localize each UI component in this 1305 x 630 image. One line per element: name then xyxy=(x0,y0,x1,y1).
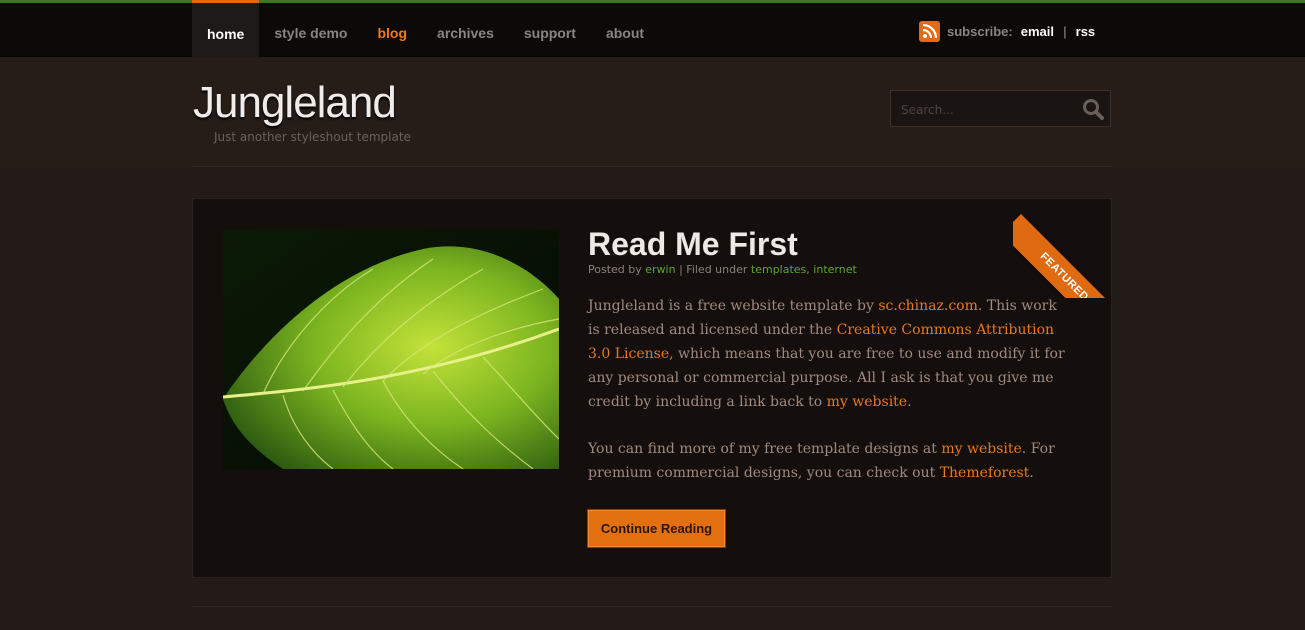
search-input[interactable] xyxy=(899,100,1073,120)
nav-style-demo[interactable]: style demo xyxy=(259,3,362,57)
post-body: Jungleland is a free website template by… xyxy=(588,294,1068,508)
link-sc-chinaz[interactable]: sc.chinaz.com xyxy=(878,298,978,314)
meta-filed-under: | Filed under xyxy=(679,263,748,276)
post-paragraph-2: You can find more of my free template de… xyxy=(588,437,1068,485)
post-paragraph-1: Jungleland is a free website template by… xyxy=(588,294,1068,414)
subscribe-bar: subscribe: email | rss xyxy=(919,21,1095,42)
search-icon[interactable] xyxy=(1082,98,1104,124)
search-box xyxy=(890,90,1111,127)
site-tagline: Just another styleshout template xyxy=(214,130,411,144)
continue-reading-button[interactable]: Continue Reading xyxy=(588,510,725,547)
nav-archives[interactable]: archives xyxy=(422,3,509,57)
meta-category-templates[interactable]: templates xyxy=(751,263,806,276)
post-title[interactable]: Read Me First xyxy=(588,226,798,263)
meta-posted-by: Posted by xyxy=(588,263,642,276)
featured-ribbon-label: FEATURED xyxy=(1013,214,1115,298)
nav-blog[interactable]: blog xyxy=(362,3,422,57)
subscribe-label: subscribe: xyxy=(947,24,1013,39)
header-divider xyxy=(192,166,1112,167)
nav-about[interactable]: about xyxy=(591,3,659,57)
text: Jungleland is a free website template by xyxy=(588,298,879,314)
nav-support[interactable]: support xyxy=(509,3,591,57)
link-themeforest[interactable]: Themeforest xyxy=(940,465,1030,481)
leaf-image[interactable] xyxy=(223,229,559,469)
meta-author-link[interactable]: erwin xyxy=(645,263,675,276)
footer-divider xyxy=(192,606,1112,607)
main-nav: home style demo blog archives support ab… xyxy=(192,0,659,57)
link-my-website-2[interactable]: my website xyxy=(941,441,1021,457)
top-navigation-bar: home style demo blog archives support ab… xyxy=(0,0,1305,57)
meta-comma: , xyxy=(806,263,810,276)
post-meta: Posted by erwin | Filed under templates,… xyxy=(588,263,857,276)
subscribe-separator: | xyxy=(1063,24,1067,39)
subscribe-email-link[interactable]: email xyxy=(1021,24,1054,39)
subscribe-rss-link[interactable]: rss xyxy=(1076,24,1096,39)
rss-icon[interactable] xyxy=(919,21,940,42)
text: . xyxy=(1029,465,1034,481)
nav-home[interactable]: home xyxy=(192,0,260,57)
meta-category-internet[interactable]: internet xyxy=(813,263,857,276)
link-my-website[interactable]: my website xyxy=(827,394,907,410)
featured-ribbon: FEATURED xyxy=(1013,196,1115,298)
text: . xyxy=(907,394,912,410)
text: You can find more of my free template de… xyxy=(588,441,942,457)
site-title[interactable]: Jungleland xyxy=(193,78,397,128)
